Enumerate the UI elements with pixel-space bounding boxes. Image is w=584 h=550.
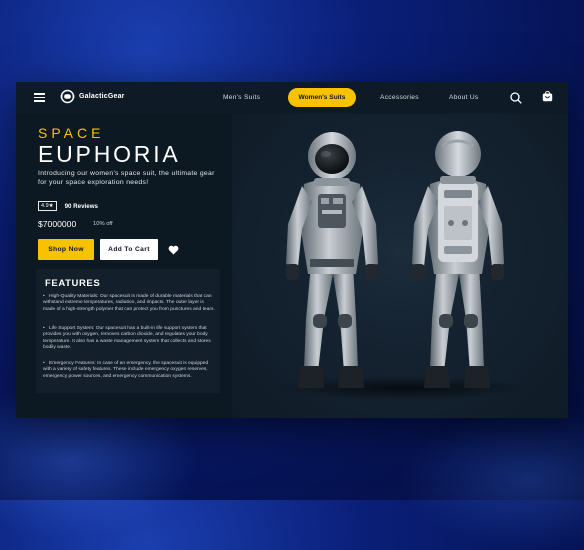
- search-icon[interactable]: [510, 92, 522, 104]
- rating-badge: 4.9★: [38, 201, 57, 211]
- rating-row: 4.9★ 90 Reviews: [38, 201, 98, 211]
- features-heading: FEATURES: [45, 278, 101, 289]
- feature-text: High-Quality Materials: Our spacesuit is…: [43, 294, 215, 312]
- back-spacesuit: [412, 131, 504, 388]
- shop-now-button[interactable]: Shop Now: [38, 239, 94, 260]
- feature-text: Life Support System: Our spacesuit has a…: [43, 326, 211, 351]
- reviews-count[interactable]: 90 Reviews: [65, 203, 98, 210]
- shopping-bag-icon[interactable]: [542, 91, 553, 102]
- feature-text: Emergency Features: In case of an emerge…: [43, 361, 209, 379]
- nav-mens-suits[interactable]: Men's Suits: [223, 94, 260, 101]
- feature-item: • High-Quality Materials: Our spacesuit i…: [43, 294, 215, 312]
- product-eyebrow: SPACE: [38, 125, 105, 141]
- feature-item: • Emergency Features: In case of an emerg…: [43, 361, 209, 379]
- heart-icon[interactable]: [168, 245, 179, 255]
- product-page: GalacticGear Men's Suits Women's Suits A…: [16, 82, 568, 418]
- hamburger-icon[interactable]: [34, 93, 45, 102]
- product-description: Introducing our women's space suit, the …: [38, 170, 215, 186]
- product-title: EUPHORIA: [38, 141, 181, 167]
- feature-item: • Life Support System: Our spacesuit has …: [43, 326, 211, 351]
- add-to-cart-button[interactable]: Add To Cart: [100, 239, 158, 260]
- top-navbar: GalacticGear Men's Suits Women's Suits A…: [16, 82, 568, 114]
- product-image: [232, 114, 568, 418]
- product-price: $7000000: [38, 219, 77, 229]
- nav-accessories[interactable]: Accessories: [380, 94, 419, 101]
- features-card: FEATURES • High-Quality Materials: Our sp…: [36, 269, 220, 393]
- nav-womens-suits[interactable]: Women's Suits: [288, 88, 356, 107]
- astronaut-helmet-icon: [60, 89, 75, 104]
- nav-about-us[interactable]: About Us: [449, 94, 479, 101]
- spacesuit-illustration: [286, 131, 504, 388]
- brand-name: GalacticGear: [79, 93, 125, 100]
- brand-logo[interactable]: GalacticGear: [60, 89, 125, 104]
- discount-label: 10% off: [93, 221, 113, 227]
- product-info-panel: SPACE EUPHORIA Introducing our women's s…: [16, 114, 232, 418]
- front-spacesuit: [286, 132, 378, 388]
